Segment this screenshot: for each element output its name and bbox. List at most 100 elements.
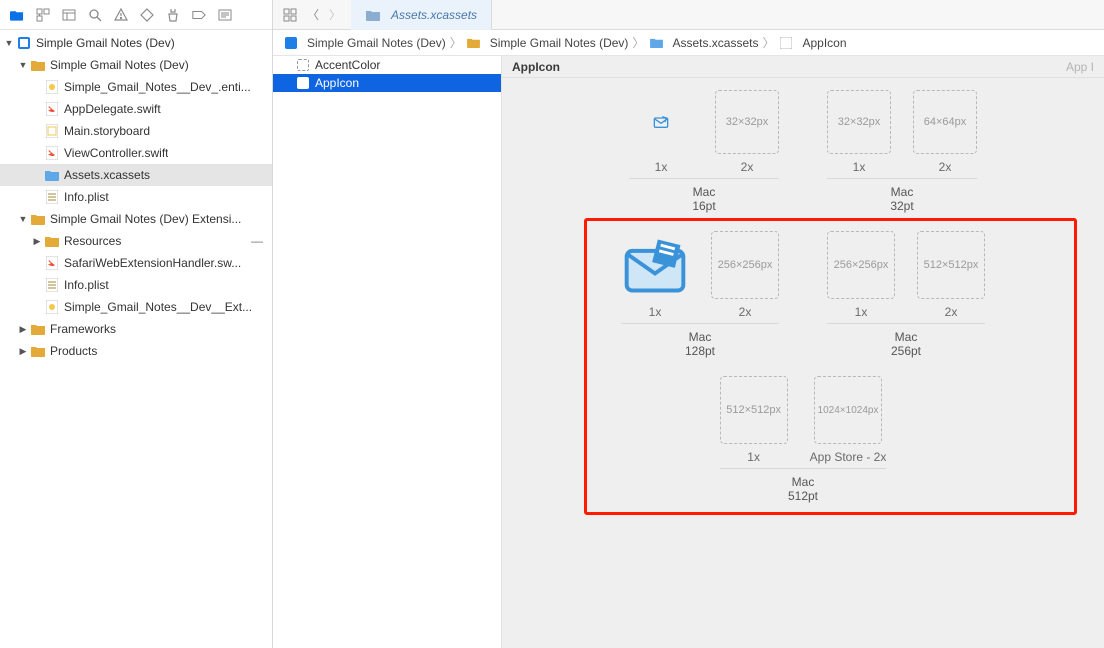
scale-label: 2x [741, 160, 754, 174]
breadcrumb[interactable]: Simple Gmail Notes (Dev) 〉 Simple Gmail … [273, 30, 1104, 56]
crumb-label[interactable]: AppIcon [802, 36, 846, 50]
asset-accent-color[interactable]: AccentColor [273, 56, 501, 74]
crumb-label[interactable]: Simple Gmail Notes (Dev) [307, 36, 446, 50]
chevron-down-icon[interactable]: ▼ [18, 60, 28, 70]
entitlements-file-icon [44, 299, 60, 315]
group-title: Mac [689, 330, 712, 344]
tree-file[interactable]: Simple_Gmail_Notes__Dev__Ext... [0, 296, 272, 318]
source-control-icon[interactable] [36, 8, 50, 22]
nav-forward-icon[interactable]: 〉 [329, 6, 341, 23]
editor-header: AppIcon App I [502, 56, 1104, 78]
chevron-down-icon[interactable]: ▼ [18, 214, 28, 224]
asset-app-icon[interactable]: AppIcon [273, 74, 501, 92]
folder-icon [30, 57, 46, 73]
tree-folder[interactable]: ▼ Simple Gmail Notes (Dev) Extensi... [0, 208, 272, 230]
tree-label: AppDelegate.swift [64, 102, 161, 116]
test-navigator-icon[interactable] [140, 8, 154, 22]
chevron-right-icon[interactable]: ▶ [32, 236, 42, 247]
group-subtitle: 128pt [685, 344, 715, 358]
icon-slot[interactable]: 256×256px 1x [827, 231, 895, 319]
chevron-down-icon[interactable]: ▼ [4, 38, 14, 48]
folder-icon [30, 343, 46, 359]
symbol-navigator-icon[interactable] [62, 8, 76, 22]
tree-folder[interactable]: ▼ Simple Gmail Notes (Dev) [0, 54, 272, 76]
debug-navigator-icon[interactable] [166, 8, 180, 22]
issue-navigator-icon[interactable] [114, 8, 128, 22]
scale-label: 2x [939, 160, 952, 174]
tree-file[interactable]: AppDelegate.swift [0, 98, 272, 120]
chevron-right-icon: 〉 [450, 34, 462, 51]
group-subtitle: 32pt [890, 199, 913, 213]
scale-label: 2x [739, 305, 752, 319]
icon-group-mac-32pt: 32×32px 1x 64×64px 2x Mac 32pt [827, 90, 977, 213]
app-icon-preview [621, 231, 689, 299]
storyboard-file-icon [44, 123, 60, 139]
tree-file[interactable]: Main.storyboard [0, 120, 272, 142]
tree-label: SafariWebExtensionHandler.sw... [64, 256, 241, 270]
tree-folder[interactable]: ▶ Products [0, 340, 272, 362]
tree-file-assets[interactable]: Assets.xcassets [0, 164, 272, 186]
find-navigator-icon[interactable] [88, 8, 102, 22]
tree-file[interactable]: Info.plist [0, 186, 272, 208]
group-title: Mac [693, 185, 716, 199]
tree-folder[interactable]: ▶ Frameworks [0, 318, 272, 340]
tree-label: Simple_Gmail_Notes__Dev_.enti... [64, 80, 251, 94]
icon-group-mac-128pt: 1x 256×256px 2x Mac 128pt [621, 231, 779, 358]
scale-label: 1x [853, 160, 866, 174]
icon-slot[interactable]: 32×32px 2x [715, 90, 779, 174]
nav-back-icon[interactable]: 〈 [307, 6, 319, 23]
chevron-right-icon[interactable]: ▶ [18, 324, 28, 335]
group-subtitle: 512pt [788, 489, 818, 503]
scale-label: 1x [747, 450, 760, 464]
folder-icon [30, 211, 46, 227]
scale-label: 1x [649, 305, 662, 319]
icon-slot[interactable]: 512×512px 1x [720, 376, 788, 464]
color-swatch-icon [297, 59, 309, 71]
appiconset-icon [297, 77, 309, 89]
tab-assets[interactable]: Assets.xcassets [351, 0, 492, 30]
tree-label: Main.storyboard [64, 124, 150, 138]
size-label: 64×64px [924, 116, 967, 128]
tree-label: Info.plist [64, 278, 109, 292]
icon-slot[interactable]: 512×512px 2x [917, 231, 985, 319]
project-tree[interactable]: ▼ Simple Gmail Notes (Dev) ▼ Simple Gmai… [0, 30, 272, 648]
tree-label: Simple Gmail Notes (Dev) [50, 58, 189, 72]
appicon-icon [778, 35, 794, 51]
folder-navigator-icon[interactable] [10, 8, 24, 22]
assets-file-icon [365, 7, 381, 23]
icon-group-mac-256pt: 256×256px 1x 512×512px 2x Mac 256pt [827, 231, 985, 358]
tree-label: Frameworks [50, 322, 116, 336]
size-label: 512×512px [726, 404, 781, 416]
chevron-right-icon[interactable]: ▶ [18, 346, 28, 357]
related-items-icon[interactable] [283, 8, 297, 22]
folder-icon [30, 321, 46, 337]
breakpoint-navigator-icon[interactable] [192, 8, 206, 22]
icon-slot[interactable]: 64×64px 2x [913, 90, 977, 174]
icon-slot[interactable]: 1024×1024px App Store - 2x [810, 376, 887, 464]
icon-slot[interactable]: 1x [629, 90, 693, 174]
navigator-toolbar [0, 0, 272, 30]
asset-label: AccentColor [315, 58, 380, 72]
tree-label: Info.plist [64, 190, 109, 204]
tree-file[interactable]: Simple_Gmail_Notes__Dev_.enti... [0, 76, 272, 98]
asset-catalog-list[interactable]: AccentColor AppIcon [273, 56, 502, 648]
crumb-label[interactable]: Assets.xcassets [672, 36, 758, 50]
assets-file-icon [648, 35, 664, 51]
group-subtitle: 16pt [692, 199, 715, 213]
tree-label: Products [50, 344, 97, 358]
plist-file-icon [44, 189, 60, 205]
tree-project-root[interactable]: ▼ Simple Gmail Notes (Dev) [0, 32, 272, 54]
tree-label: Simple_Gmail_Notes__Dev__Ext... [64, 300, 252, 314]
group-title: Mac [792, 475, 815, 489]
editor-canvas[interactable]: 1x 32×32px 2x Mac 16pt [502, 78, 1104, 648]
tree-file[interactable]: SafariWebExtensionHandler.sw... [0, 252, 272, 274]
tree-folder[interactable]: ▶ Resources — [0, 230, 272, 252]
icon-slot[interactable]: 32×32px 1x [827, 90, 891, 174]
report-navigator-icon[interactable] [218, 8, 232, 22]
tree-file[interactable]: Info.plist [0, 274, 272, 296]
crumb-label[interactable]: Simple Gmail Notes (Dev) [490, 36, 629, 50]
asset-label: AppIcon [315, 76, 359, 90]
icon-slot[interactable]: 256×256px 2x [711, 231, 779, 319]
tree-file[interactable]: ViewController.swift [0, 142, 272, 164]
icon-slot[interactable]: 1x [621, 231, 689, 319]
